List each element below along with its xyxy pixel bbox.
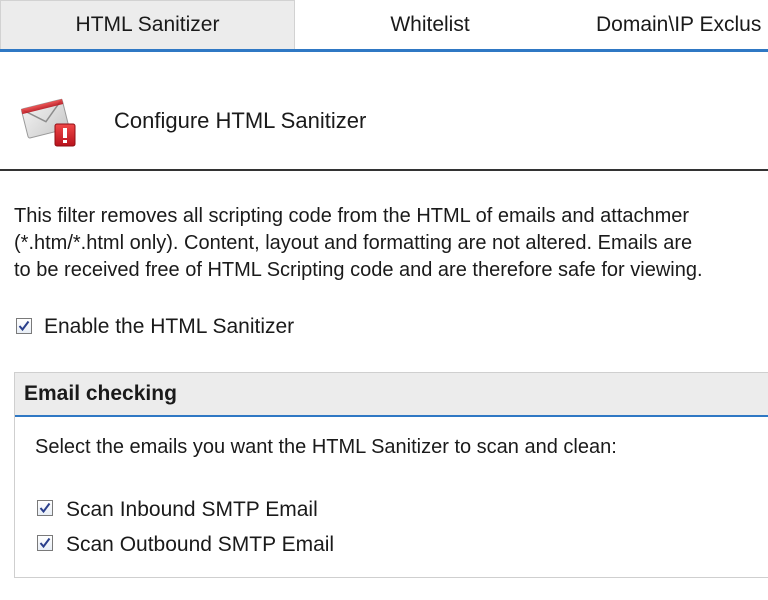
envelope-alert-icon: [18, 94, 78, 150]
group-title: Email checking: [24, 382, 177, 405]
group-intro-text: Select the emails you want the HTML Sani…: [35, 436, 617, 458]
page-title: Configure HTML Sanitizer: [114, 108, 367, 133]
scan-inbound-label[interactable]: Scan Inbound SMTP Email: [66, 498, 318, 522]
description-line: This filter removes all scripting code f…: [14, 205, 690, 227]
scan-inbound-checkbox[interactable]: [37, 500, 53, 516]
checkmark-icon: [39, 502, 51, 514]
enable-sanitizer-label[interactable]: Enable the HTML Sanitizer: [44, 315, 294, 339]
header-divider: [0, 169, 768, 171]
tab-whitelist[interactable]: Whitelist: [295, 0, 565, 49]
scan-outbound-label[interactable]: Scan Outbound SMTP Email: [66, 533, 334, 557]
description-line: to be received free of HTML Scripting co…: [14, 259, 703, 281]
tab-domain-ip-exclusions[interactable]: Domain\IP Exclus: [565, 0, 768, 49]
scan-outbound-checkbox[interactable]: [37, 535, 53, 551]
tab-strip: HTML Sanitizer Whitelist Domain\IP Exclu…: [0, 0, 768, 52]
checkmark-icon: [39, 537, 51, 549]
group-header: Email checking: [15, 373, 768, 417]
description-line: (*.htm/*.html only). Content, layout and…: [14, 232, 693, 254]
html-sanitizer-page: HTML Sanitizer Whitelist Domain\IP Exclu…: [0, 0, 768, 600]
tab-html-sanitizer[interactable]: HTML Sanitizer: [0, 0, 295, 49]
checkmark-icon: [18, 320, 30, 332]
email-checking-group: Email checking Select the emails you wan…: [14, 372, 768, 578]
enable-sanitizer-checkbox[interactable]: [16, 318, 32, 334]
filter-description: This filter removes all scripting code f…: [14, 203, 768, 284]
